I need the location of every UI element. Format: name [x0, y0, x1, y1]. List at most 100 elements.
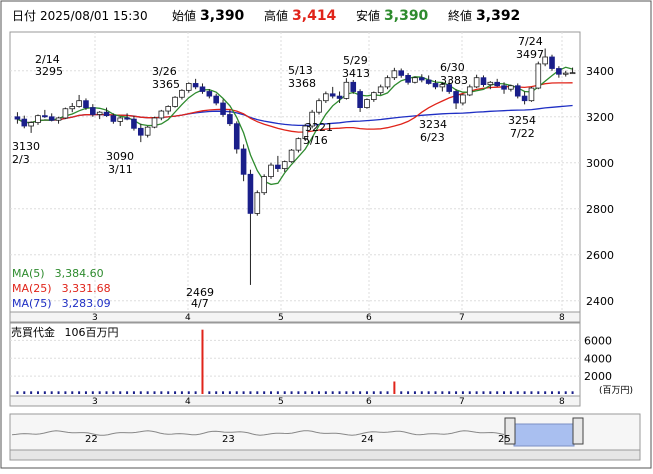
candle-body: [569, 72, 576, 75]
close-field: 終値 3,392: [448, 7, 520, 29]
candle-body: [473, 77, 480, 88]
candle: [528, 86, 535, 102]
volume-bar: [482, 391, 485, 394]
x-tick-label: 5: [278, 313, 284, 323]
candle-body: [343, 81, 350, 99]
navigator-selection: [513, 423, 575, 447]
annotation-label: 6/23: [420, 131, 445, 144]
candle-body: [233, 123, 240, 150]
volume-bar: [297, 391, 300, 394]
candle-body: [96, 111, 103, 115]
volume-bar: [407, 391, 410, 394]
candle: [172, 96, 178, 108]
candle-body: [48, 116, 55, 121]
legend-ma75-name: MA(75): [12, 297, 52, 310]
volume-x-tick-label: 5: [278, 397, 284, 407]
volume-unit: (百万円): [599, 385, 633, 396]
volume-bar: [324, 391, 327, 394]
volume-bar: [516, 391, 519, 394]
volume-bar: [311, 391, 314, 394]
candle-body: [117, 117, 124, 122]
navigator-label: 23: [222, 434, 235, 445]
annotation-label: 3413: [342, 67, 370, 80]
annotation-label: 3/11: [108, 163, 133, 176]
legend-ma25-name: MA(25): [12, 282, 52, 295]
candle-body: [323, 93, 329, 102]
volume-bar: [503, 391, 506, 394]
volume-bar: [365, 391, 368, 394]
candle: [261, 174, 267, 195]
candle-body: [131, 118, 137, 129]
volume-bar: [180, 391, 183, 394]
volume-bar: [228, 391, 231, 394]
x-tick-label: 6: [366, 313, 372, 323]
volume-bar: [98, 391, 101, 394]
candle-body: [528, 87, 535, 102]
candle-body: [268, 164, 274, 178]
candle: [364, 98, 370, 109]
y-tick-label: 2400: [586, 295, 614, 308]
volume-bar: [208, 391, 211, 394]
annotation-label: 3221: [305, 121, 333, 134]
volume-bar: [564, 391, 567, 394]
candle-body: [425, 79, 432, 84]
navigator-scrollbar[interactable]: [9, 449, 641, 461]
candle-body: [179, 89, 185, 98]
volume-bar: [352, 391, 355, 394]
annotation-label: 5/29: [343, 54, 368, 67]
candle: [62, 107, 69, 120]
candle: [233, 121, 240, 154]
volume-bar: [427, 391, 430, 394]
volume-bar: [36, 391, 39, 394]
high-value: 3,414: [292, 8, 337, 24]
volume-bar: [434, 391, 437, 394]
candle-body: [466, 86, 473, 96]
x-tick-label: 8: [559, 313, 565, 323]
legend-ma25: MA(25) 3,331.68: [12, 282, 111, 295]
candle-body: [357, 91, 363, 109]
open-value: 3,390: [200, 8, 245, 24]
candle-body: [336, 95, 343, 99]
candle-body: [227, 114, 233, 125]
candle-body: [418, 77, 425, 81]
candle-body: [556, 68, 562, 75]
candle: [295, 137, 302, 153]
volume-bar: [304, 391, 307, 394]
candle-body: [453, 91, 459, 104]
volume-legend: 売買代金 106百万円: [11, 324, 119, 340]
volume-bar: [283, 391, 286, 394]
volume-tick-label: 2000: [584, 370, 612, 383]
volume-bar: [455, 391, 458, 394]
candle: [535, 61, 542, 90]
annotation-label: 5/13: [288, 64, 313, 77]
y-tick-label: 3400: [586, 65, 614, 78]
volume-x-tick-label: 8: [559, 397, 565, 407]
candle-body: [384, 77, 391, 88]
volume-bar: [359, 391, 362, 394]
candle-body: [69, 106, 76, 110]
candle-body: [295, 138, 302, 151]
volume-bar: [119, 391, 122, 394]
volume-bar: [222, 391, 225, 394]
volume-bar: [146, 391, 149, 394]
candle-body: [377, 86, 384, 94]
volume-tick-label: 6000: [584, 334, 612, 347]
volume-bar: [187, 391, 190, 394]
volume-bar: [509, 391, 512, 394]
volume-bar: [215, 391, 218, 394]
volume-bar: [194, 391, 197, 394]
candle-body: [480, 77, 487, 85]
candle-body: [35, 115, 41, 123]
annotation-label: 3368: [288, 77, 316, 90]
volume-bar: [201, 329, 204, 394]
volume-bar: [71, 391, 74, 394]
candle: [384, 75, 391, 90]
candle-body: [199, 86, 206, 92]
volume-bar: [461, 391, 464, 394]
close-label: 終値: [448, 9, 473, 23]
volume-bar: [91, 391, 94, 394]
volume-bar: [174, 391, 177, 394]
volume-bar: [441, 391, 444, 394]
candle: [412, 76, 418, 84]
volume-bar: [160, 391, 163, 394]
